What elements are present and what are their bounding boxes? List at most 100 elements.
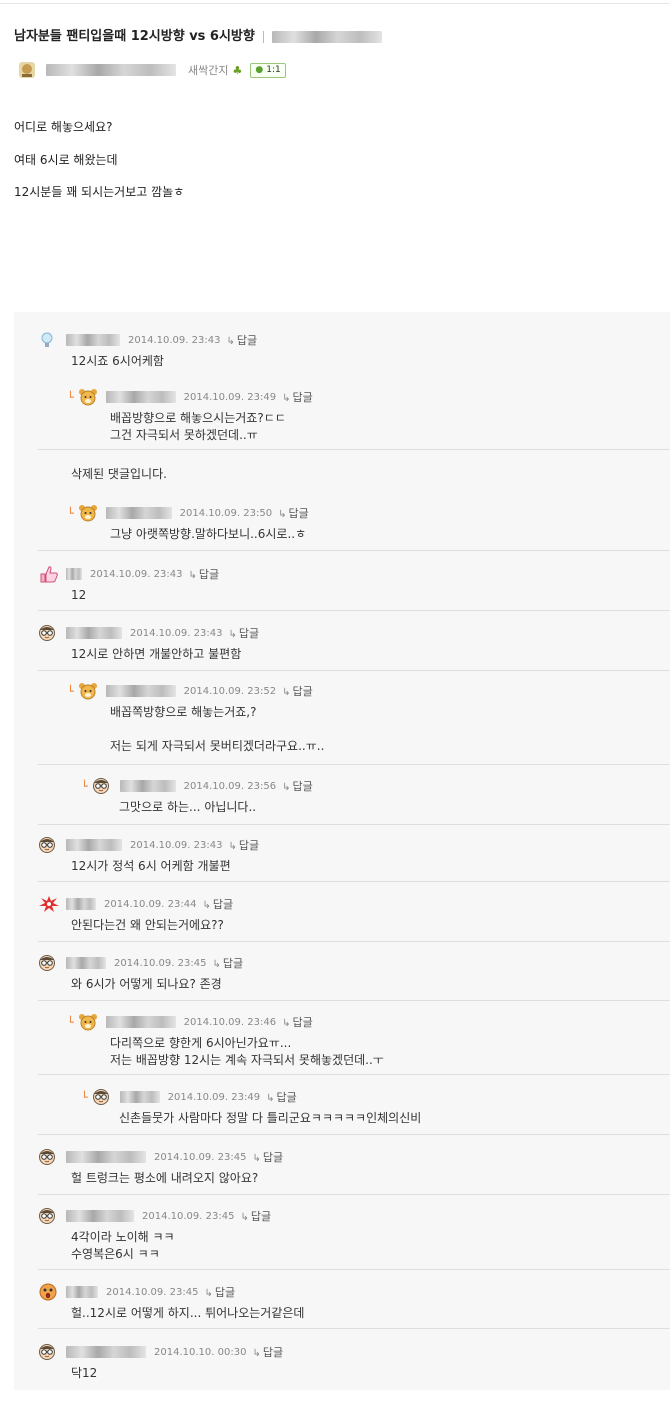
reply-arrow-icon: ↳ — [252, 1348, 261, 1359]
blurred-commenter-name[interactable] — [66, 627, 122, 639]
comment-divider — [38, 1134, 670, 1135]
comment-date: 2014.10.09. 23:45 — [114, 957, 207, 969]
sprout-icon: ♣ — [232, 63, 243, 77]
comment-divider — [38, 670, 670, 671]
comment-text: 안된다는건 왜 안되는거에요?? — [71, 917, 224, 934]
comment-meta: └ 2014.10.09. 23:46 ↳ 답글 — [67, 1013, 313, 1031]
reply-button[interactable]: ↳ 답글 — [226, 332, 257, 348]
comment-text-line: 배꼽쪽방향으로 해놓는거죠,? — [110, 705, 257, 719]
reply-arrow-icon: ↳ — [278, 509, 287, 520]
reply-button[interactable]: ↳ 답글 — [204, 1284, 235, 1300]
comment-text: 4각이라 노이해 ㅋㅋ 수영복은6시 ㅋㅋ — [71, 1229, 175, 1263]
reply-button[interactable]: ↳ 답글 — [212, 955, 243, 971]
blurred-commenter-name[interactable] — [66, 957, 106, 969]
comment-text: 헐..12시로 어떻게 하지... 튀어나오는거같은데 — [71, 1305, 304, 1322]
blurred-commenter-name[interactable] — [105, 391, 176, 403]
speech-bubble-icon: ● — [255, 65, 264, 75]
author-avatar-icon — [18, 61, 36, 79]
comment-date: 2014.10.09. 23:44 — [104, 898, 197, 910]
comment-text: 와 6시가 어떻게 되나요? 존경 — [71, 976, 222, 993]
glasses-face-icon — [38, 1148, 56, 1166]
blurred-author-name[interactable] — [46, 64, 176, 76]
blurred-commenter-name[interactable] — [105, 685, 176, 697]
comment-text-line: 와 6시가 어떻게 되나요? 존경 — [71, 977, 222, 991]
reply-label: 답글 — [262, 1151, 284, 1164]
comment-date: 2014.10.09. 23:50 — [179, 507, 273, 519]
reply-button[interactable]: ↳ 답글 — [266, 1089, 297, 1105]
splash-icon — [38, 895, 59, 913]
blurred-commenter-name[interactable] — [105, 1016, 176, 1028]
reply-label: 답글 — [262, 1346, 284, 1359]
reply-label: 답글 — [212, 898, 234, 911]
reply-button[interactable]: ↳ 답글 — [278, 505, 309, 521]
reply-elbow-icon: └ — [67, 1015, 74, 1029]
reply-label: 답글 — [292, 391, 313, 404]
blurred-commenter-name[interactable] — [66, 334, 120, 346]
comment-text-line: 신촌들뭇가 사람마다 정말 다 틀리군요ㅋㅋㅋㅋㅋ인체의신비 — [119, 1111, 422, 1125]
comment-divider — [38, 881, 670, 882]
comment-meta: 2014.10.09. 23:43 ↳ 답글 — [38, 837, 259, 853]
reply-arrow-icon: ↳ — [204, 1288, 213, 1299]
reply-button[interactable]: ↳ 답글 — [252, 1344, 283, 1360]
blurred-commenter-name[interactable] — [66, 839, 122, 851]
comment-text-line: 저는 되게 자극되서 못버티겠더라구요..ㅠ.. — [110, 739, 325, 753]
blurred-commenter-name[interactable] — [66, 1151, 146, 1163]
reply-arrow-icon: ↳ — [252, 1153, 261, 1164]
reply-button[interactable]: ↳ 답글 — [240, 1208, 271, 1224]
reply-label: 답글 — [236, 334, 258, 347]
reply-button[interactable]: ↳ 답글 — [282, 778, 313, 794]
reply-button[interactable]: ↳ 답글 — [228, 625, 259, 641]
reply-arrow-icon: ↳ — [266, 1093, 275, 1104]
comment-text-line: 4각이라 노이해 ㅋㅋ — [71, 1230, 175, 1244]
reply-label: 답글 — [238, 839, 260, 852]
comment-date: 2014.10.09. 23:49 — [167, 1091, 261, 1103]
comment-date: 2014.10.09. 23:43 — [130, 839, 223, 851]
comment-text: 12시죠 6시어케함 — [71, 353, 164, 370]
glasses-face-icon — [38, 954, 56, 972]
reply-label: 답글 — [214, 1286, 236, 1299]
blurred-commenter-name[interactable] — [105, 507, 172, 519]
comment-text-line: 다리쪽으로 향한게 6시아닌가요ㅠ... — [110, 1036, 292, 1050]
blurred-commenter-name[interactable] — [66, 1346, 146, 1358]
reply-arrow-icon: ↳ — [188, 570, 197, 581]
comment-meta: 2014.10.09. 23:45 ↳ 답글 — [38, 955, 243, 971]
chat-badge[interactable]: ● 1:1 — [250, 62, 286, 78]
blurred-commenter-name[interactable] — [66, 1210, 134, 1222]
reply-label: 답글 — [198, 568, 220, 581]
bulb-icon — [38, 331, 56, 349]
blurred-commenter-name[interactable] — [119, 780, 176, 792]
blurred-commenter-name[interactable] — [66, 898, 96, 910]
blurred-commenter-name[interactable] — [119, 1091, 160, 1103]
comment-text: 그맛으로 하는... 아닙니다.. — [119, 799, 256, 816]
top-border — [0, 3, 670, 4]
reply-label: 답글 — [292, 780, 313, 793]
blurred-commenter-name[interactable] — [66, 1286, 98, 1298]
comment-divider — [38, 1269, 670, 1270]
comment-text-line: 헐 트렁크는 평소에 내려오지 않아요? — [71, 1171, 259, 1185]
comment-text-line: 안된다는건 왜 안되는거에요?? — [71, 918, 224, 932]
glasses-face-icon — [38, 1343, 56, 1361]
reply-label: 답글 — [292, 1016, 313, 1029]
bear-icon — [78, 1013, 97, 1031]
glasses-face-icon — [38, 624, 56, 642]
comment-date: 2014.10.09. 23:43 — [90, 568, 183, 580]
post-body-line: 어디로 해놓으세요? — [14, 120, 113, 134]
comment-text-line: 그맛으로 하는... 아닙니다.. — [119, 800, 257, 814]
comment-text-line: 12 — [71, 588, 87, 602]
blurred-commenter-name[interactable] — [66, 568, 82, 580]
reply-button[interactable]: ↳ 답글 — [282, 1014, 313, 1030]
reply-elbow-icon: └ — [81, 1090, 88, 1104]
reply-button[interactable]: ↳ 답글 — [188, 566, 219, 582]
comment-section: 2014.10.09. 23:43 ↳ 답글 12시죠 6시어케함 └ 2014.10.0… — [14, 312, 670, 1390]
comment-divider — [38, 1000, 670, 1001]
reply-button[interactable]: ↳ 답글 — [202, 896, 233, 912]
reply-button[interactable]: ↳ 답글 — [282, 683, 313, 699]
comment-date: 2014.10.09. 23:56 — [183, 780, 277, 792]
reply-elbow-icon: └ — [81, 779, 88, 793]
comment-text: 그냥 아랫쪽방향.말하다보니..6시로..ㅎ — [110, 526, 306, 543]
reply-button[interactable]: ↳ 답글 — [282, 389, 313, 405]
author-level: 새싹간지 — [188, 64, 229, 77]
comment-meta: └ 2014.10.09. 23:49 ↳ 답글 — [67, 389, 313, 406]
reply-button[interactable]: ↳ 답글 — [252, 1149, 283, 1165]
reply-button[interactable]: ↳ 답글 — [228, 837, 259, 853]
